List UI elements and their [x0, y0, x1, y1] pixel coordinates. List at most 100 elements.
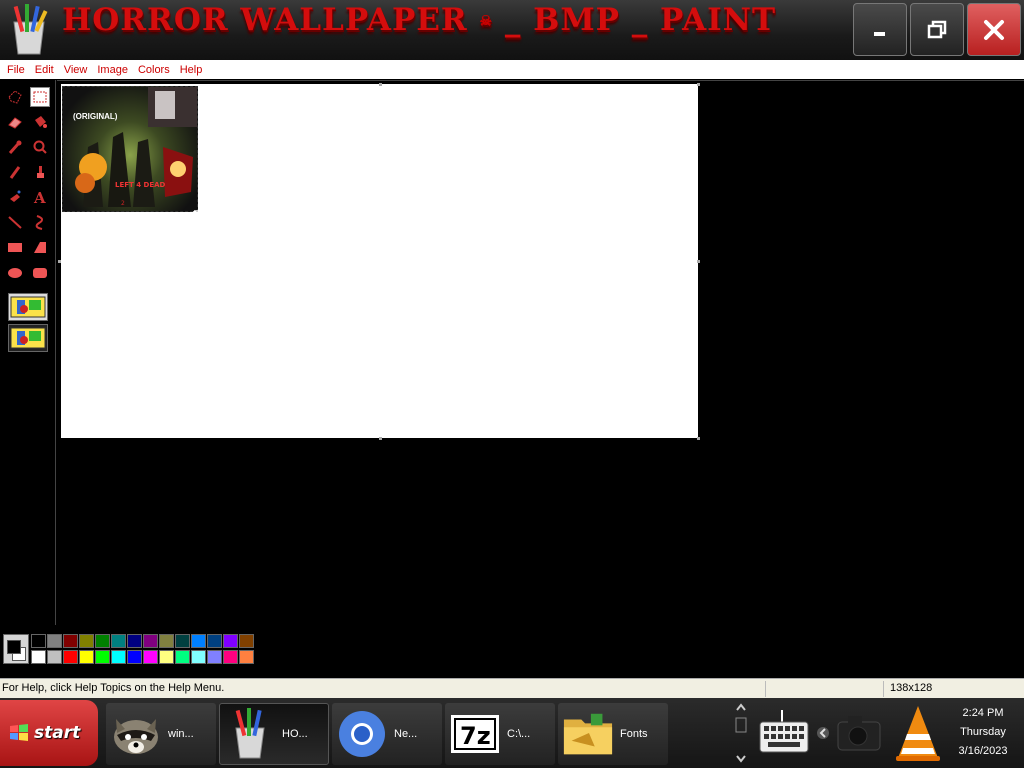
rectangle-icon[interactable]	[5, 237, 25, 257]
canvas-resize-handle[interactable]	[697, 260, 700, 263]
canvas-resize-handle[interactable]	[379, 437, 382, 440]
menu-view[interactable]: View	[59, 64, 93, 76]
free-form-select-icon[interactable]	[5, 87, 25, 107]
svg-text:A: A	[33, 189, 46, 205]
palette-swatch[interactable]	[111, 650, 126, 664]
palette-swatch[interactable]	[159, 650, 174, 664]
text-icon[interactable]: A	[30, 187, 50, 207]
palette-swatch[interactable]	[47, 650, 62, 664]
curve-icon[interactable]	[30, 212, 50, 232]
pencil-icon[interactable]	[5, 162, 25, 182]
palette-swatch[interactable]	[31, 634, 46, 648]
taskbar-item-fonts[interactable]: Fonts	[558, 703, 668, 765]
ellipse-icon[interactable]	[5, 262, 25, 282]
clock[interactable]: 2:24 PM Thursday 3/16/2023	[946, 704, 1020, 761]
palette-swatch[interactable]	[223, 634, 238, 648]
palette-swatch[interactable]	[47, 634, 62, 648]
status-divider	[883, 681, 884, 697]
palette-swatch[interactable]	[175, 650, 190, 664]
palette-swatch[interactable]	[207, 650, 222, 664]
minimize-button[interactable]	[853, 3, 907, 56]
tray-scroll[interactable]	[734, 700, 748, 766]
menu-image[interactable]: Image	[92, 64, 133, 76]
status-bar: For Help, click Help Topics on the Help …	[0, 678, 1024, 698]
menu-file[interactable]: File	[2, 64, 30, 76]
menu-colors[interactable]: Colors	[133, 64, 175, 76]
palette-swatch[interactable]	[191, 634, 206, 648]
pasted-image-label: (ORIGINAL)	[73, 112, 118, 121]
restore-icon	[927, 20, 947, 38]
vlc-icon[interactable]	[894, 704, 942, 766]
title-bar[interactable]: HORROR WALLPAPER ☠ _ BMP _ PAINT	[0, 0, 1024, 60]
palette-swatch[interactable]	[191, 650, 206, 664]
palette-swatch[interactable]	[63, 650, 78, 664]
tool-box: A	[0, 80, 56, 625]
clock-date: 3/16/2023	[958, 745, 1008, 757]
palette-swatch[interactable]	[111, 634, 126, 648]
palette-swatch[interactable]	[159, 634, 174, 648]
current-colors-indicator[interactable]	[3, 634, 29, 664]
canvas-resize-handle[interactable]	[379, 83, 382, 86]
close-icon	[984, 19, 1004, 40]
horror-poster-image: LEFT 4 DEAD 2	[75, 87, 197, 207]
camera-icon[interactable]	[834, 712, 884, 760]
menu-edit[interactable]: Edit	[30, 64, 59, 76]
menu-help[interactable]: Help	[175, 64, 208, 76]
palette-swatch[interactable]	[79, 634, 94, 648]
transparent-selection-option[interactable]	[8, 324, 48, 352]
palette-swatch[interactable]	[95, 634, 110, 648]
taskbar-item-7zip[interactable]: 7z C:\...	[445, 703, 555, 765]
keyboard-icon[interactable]	[758, 708, 810, 762]
palette-swatch[interactable]	[127, 634, 142, 648]
svg-text:LEFT 4 DEAD: LEFT 4 DEAD	[115, 181, 166, 189]
folder-icon	[562, 708, 614, 760]
palette-swatch[interactable]	[223, 650, 238, 664]
canvas-resize-handle[interactable]	[697, 83, 700, 86]
restore-button[interactable]	[910, 3, 964, 56]
raccoon-icon	[110, 708, 162, 760]
palette-swatch[interactable]	[175, 634, 190, 648]
palette-swatch[interactable]	[95, 650, 110, 664]
magnifier-icon[interactable]	[30, 137, 50, 157]
chevron-left-icon[interactable]	[816, 725, 830, 744]
palette-swatch[interactable]	[127, 650, 142, 664]
canvas-resize-handle[interactable]	[697, 437, 700, 440]
task-label: Fonts	[620, 728, 648, 740]
eraser-icon[interactable]	[5, 112, 25, 132]
rounded-rect-icon[interactable]	[30, 262, 50, 282]
status-size-text: 138x128	[890, 682, 933, 694]
fill-icon[interactable]	[30, 112, 50, 132]
status-help-text: For Help, click Help Topics on the Help …	[2, 682, 225, 694]
opaque-selection-option[interactable]	[8, 293, 48, 321]
window-title: HORROR WALLPAPER ☠ _ BMP _ PAINT	[62, 2, 777, 38]
palette-swatch[interactable]	[239, 634, 254, 648]
palette-swatch[interactable]	[143, 650, 158, 664]
polygon-icon[interactable]	[30, 237, 50, 257]
brush-icon[interactable]	[30, 162, 50, 182]
palette-swatch[interactable]	[207, 634, 222, 648]
palette-swatch[interactable]	[31, 650, 46, 664]
chrome-icon	[336, 708, 388, 760]
svg-text:7z: 7z	[460, 722, 491, 750]
taskbar-item-chrome[interactable]: Ne...	[332, 703, 442, 765]
palette-swatch[interactable]	[79, 650, 94, 664]
taskbar-item-raccoon[interactable]: win...	[106, 703, 216, 765]
airbrush-icon[interactable]	[5, 187, 25, 207]
menu-bar: File Edit View Image Colors Help	[0, 60, 1024, 79]
start-button[interactable]: start	[0, 700, 98, 766]
pasted-image-selection[interactable]: LEFT 4 DEAD 2 (ORIGINAL)	[62, 86, 198, 212]
rect-select-icon[interactable]	[30, 87, 50, 107]
palette-swatch[interactable]	[239, 650, 254, 664]
task-label: win...	[168, 728, 194, 740]
palette-swatch[interactable]	[63, 634, 78, 648]
svg-text:2: 2	[121, 200, 125, 207]
7zip-icon: 7z	[449, 708, 501, 760]
task-label: C:\...	[507, 728, 531, 740]
close-button[interactable]	[967, 3, 1021, 56]
canvas-resize-handle[interactable]	[58, 260, 61, 263]
palette-swatch[interactable]	[143, 634, 158, 648]
pick-color-icon[interactable]	[5, 137, 25, 157]
taskbar-item-paint[interactable]: HO...	[219, 703, 329, 765]
clock-day: Thursday	[960, 726, 1006, 738]
line-icon[interactable]	[5, 212, 25, 232]
